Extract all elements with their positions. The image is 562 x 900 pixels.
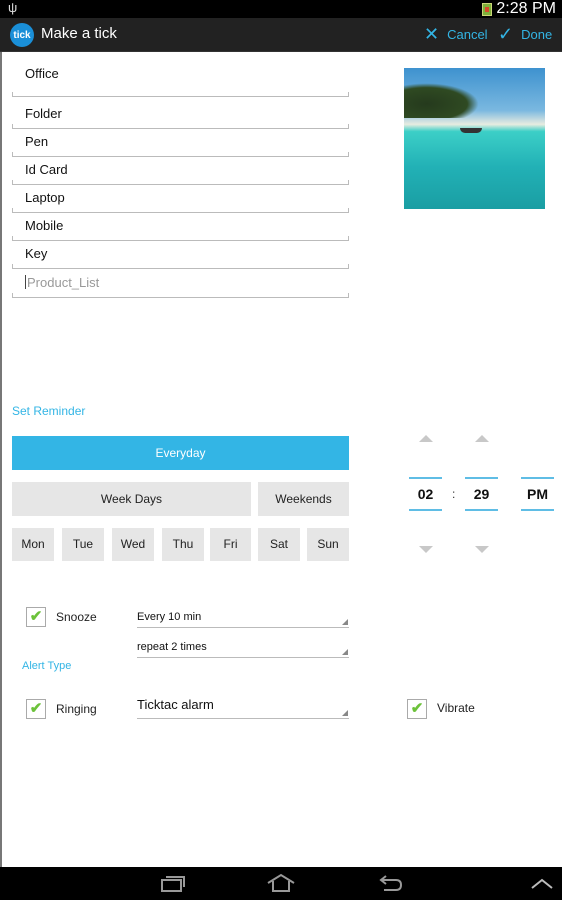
snooze-interval-value: Every 10 min: [137, 611, 202, 623]
dropdown-triangle-icon: [342, 649, 348, 655]
app-title: Make a tick: [41, 25, 117, 42]
left-edge-divider: [0, 52, 2, 867]
chevron-up-icon[interactable]: [530, 877, 554, 891]
app-logo-icon: tick: [10, 23, 34, 47]
ringing-label: Ringing: [56, 702, 97, 716]
alert-type-label: Alert Type: [22, 660, 72, 672]
done-label: Done: [521, 26, 553, 42]
new-item-placeholder: Product_List: [27, 275, 100, 290]
minute-up-arrow-icon[interactable]: [475, 435, 489, 442]
day-button-sun[interactable]: Sun: [307, 528, 349, 561]
ringtone-dropdown[interactable]: Ticktac alarm: [137, 697, 349, 719]
list-item-field[interactable]: Mobile: [12, 218, 349, 241]
done-button[interactable]: ✓ Done: [498, 24, 553, 44]
day-button-sat[interactable]: Sat: [258, 528, 300, 561]
usb-icon: ψ: [8, 0, 18, 15]
day-button-tue[interactable]: Tue: [62, 528, 104, 561]
status-clock: 2:28 PM: [496, 0, 556, 17]
new-item-input[interactable]: Product_List: [12, 275, 349, 298]
back-icon[interactable]: [378, 873, 404, 893]
day-button-fri[interactable]: Fri: [210, 528, 251, 561]
hour-value[interactable]: 02: [409, 477, 442, 511]
check-icon: ✓: [498, 24, 514, 44]
recent-apps-icon[interactable]: [160, 873, 186, 893]
list-item-field[interactable]: Id Card: [12, 162, 349, 185]
snooze-repeat-value: repeat 2 times: [137, 641, 207, 653]
text-caret: [25, 275, 26, 289]
hour-up-arrow-icon[interactable]: [419, 435, 433, 442]
weekdays-button[interactable]: Week Days: [12, 482, 251, 516]
day-button-wed[interactable]: Wed: [112, 528, 154, 561]
time-separator: :: [452, 487, 456, 501]
dropdown-triangle-icon: [342, 619, 348, 625]
battery-icon: [482, 3, 492, 16]
cancel-label: Cancel: [447, 26, 488, 42]
day-button-thu[interactable]: Thu: [162, 528, 204, 561]
cancel-button[interactable]: ✕ Cancel: [424, 24, 488, 44]
day-button-mon[interactable]: Mon: [12, 528, 54, 561]
set-reminder-label: Set Reminder: [12, 404, 86, 418]
snooze-interval-dropdown[interactable]: Every 10 min: [137, 611, 349, 628]
list-photo[interactable]: [404, 68, 545, 209]
system-nav-bar: [0, 867, 562, 900]
list-item-field[interactable]: Key: [12, 246, 349, 269]
vibrate-checkbox[interactable]: ✔: [407, 699, 427, 719]
minute-value[interactable]: 29: [465, 477, 498, 511]
list-item-field[interactable]: Folder: [12, 106, 349, 129]
ringtone-value: Ticktac alarm: [137, 697, 214, 712]
photo-boat: [460, 128, 482, 133]
ringing-checkbox[interactable]: ✔: [26, 699, 46, 719]
status-bar: ψ 2:28 PM: [0, 0, 562, 18]
home-icon[interactable]: [266, 873, 296, 893]
close-icon: ✕: [424, 24, 440, 44]
list-title-field[interactable]: Office: [12, 66, 349, 97]
dropdown-triangle-icon: [342, 710, 348, 716]
vibrate-label: Vibrate: [437, 701, 475, 715]
snooze-label: Snooze: [56, 610, 97, 624]
ampm-value[interactable]: PM: [521, 477, 554, 511]
snooze-repeat-dropdown[interactable]: repeat 2 times: [137, 641, 349, 658]
weekends-button[interactable]: Weekends: [258, 482, 349, 516]
photo-trees: [404, 83, 479, 118]
minute-down-arrow-icon[interactable]: [475, 546, 489, 553]
everyday-button[interactable]: Everyday: [12, 436, 349, 470]
hour-down-arrow-icon[interactable]: [419, 546, 433, 553]
action-bar: tick Make a tick ✕ Cancel ✓ Done: [0, 18, 562, 52]
list-item-field[interactable]: Laptop: [12, 190, 349, 213]
list-item-field[interactable]: Pen: [12, 134, 349, 157]
snooze-checkbox[interactable]: ✔: [26, 607, 46, 627]
